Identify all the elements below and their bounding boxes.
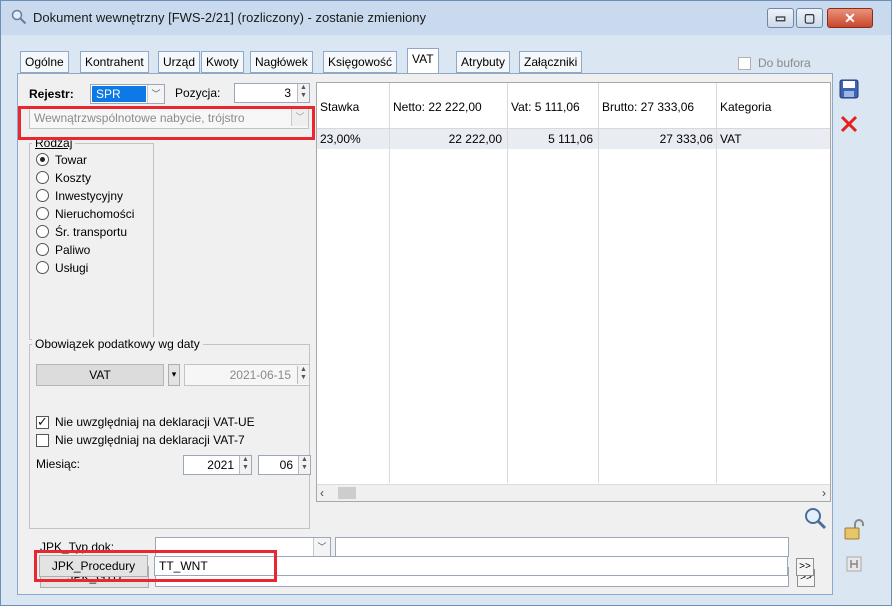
window-title: Dokument wewnętrzny [FWS-2/21] (rozliczo…	[33, 10, 427, 25]
rejestr-select[interactable]: SPR ﹀	[90, 84, 165, 104]
spinner-arrows-icon[interactable]: ▲ ▼	[239, 456, 251, 474]
chevron-down-icon: ﹀	[313, 538, 330, 556]
close-button[interactable]: ✕	[827, 8, 873, 28]
scrollbar-thumb[interactable]	[338, 487, 356, 499]
col-stawka[interactable]: Stawka	[320, 100, 359, 114]
radio-inwestycyjny-label: Inwestycyjny	[55, 189, 124, 203]
tab-zalaczniki[interactable]: Załączniki	[519, 51, 583, 73]
rejestr-value: SPR	[92, 86, 146, 102]
month-spinner[interactable]: 06 ▲ ▼	[258, 455, 311, 475]
do-bufora-checkbox[interactable]	[738, 57, 751, 70]
maximize-button[interactable]: ▢	[796, 8, 823, 28]
chevron-down-icon: ﹀	[147, 85, 164, 103]
vat-table-header: Stawka Netto: 22 222,00 Vat: 5 111,06 Br…	[317, 83, 830, 129]
cell-brutto: 27 333,06	[659, 132, 713, 146]
cell-netto: 22 222,00	[448, 132, 502, 146]
vat-7-label: Nie uwzględniaj na deklaracji VAT-7	[55, 433, 245, 447]
window-client: Ogólne Kontrahent Urząd Kwoty Nagłówek K…	[9, 35, 883, 601]
pozycja-spinner[interactable]: 3 ▲ ▼	[234, 83, 310, 103]
year-value: 2021	[207, 458, 234, 472]
col-netto[interactable]: Netto: 22 222,00	[393, 100, 482, 114]
tab-ogolne[interactable]: Ogólne	[20, 51, 69, 73]
vat-tab-panel: Rejestr: SPR ﹀ Pozycja: 3 ▲ ▼ Wewnątrzwsp…	[17, 73, 833, 595]
date-value: 2021-06-15	[229, 368, 291, 382]
tab-urzad[interactable]: Urząd	[158, 51, 201, 73]
col-brutto[interactable]: Brutto: 27 333,06	[602, 100, 694, 114]
cell-stawka: 23,00%	[320, 132, 361, 146]
rejestr-label: Rejestr:	[29, 87, 74, 101]
tab-ksiegowosc[interactable]: Księgowość	[323, 51, 398, 73]
document-window: Dokument wewnętrzny [FWS-2/21] (rozliczo…	[0, 0, 892, 606]
radio-sr-transportu-label: Śr. transportu	[55, 225, 128, 239]
cell-kategoria: VAT	[720, 132, 742, 146]
col-vat[interactable]: Vat: 5 111,06	[511, 100, 580, 114]
column-divider	[389, 83, 390, 483]
tab-atrybuty[interactable]: Atrybuty	[456, 51, 511, 73]
horizontal-scrollbar[interactable]: ‹ ›	[317, 484, 830, 501]
column-divider	[507, 83, 508, 483]
spinner-arrows-icon[interactable]: ▲ ▼	[298, 456, 310, 474]
month-value: 06	[279, 458, 293, 472]
column-divider	[598, 83, 599, 483]
vat-ue-label: Nie uwzględniaj na deklaracji VAT-UE	[55, 415, 255, 429]
do-bufora-label: Do bufora	[758, 56, 811, 70]
search-icon[interactable]	[803, 506, 827, 530]
title-bar: Dokument wewnętrzny [FWS-2/21] (rozliczo…	[1, 1, 891, 35]
radio-sr-transportu[interactable]	[36, 225, 49, 238]
highlight-jpk-procedury	[34, 550, 277, 582]
jpk-procedury-more-button[interactable]: >>	[796, 558, 814, 576]
pozycja-label: Pozycja:	[175, 86, 221, 100]
radio-uslugi[interactable]	[36, 261, 49, 274]
rodzaj-group	[29, 143, 154, 340]
vat-ue-checkbox[interactable]	[36, 414, 49, 430]
vat-table[interactable]: Stawka Netto: 22 222,00 Vat: 5 111,06 Br…	[316, 82, 831, 502]
date-type-arrow-button[interactable]: ▾	[168, 364, 180, 386]
radio-nieruchomosci[interactable]	[36, 207, 49, 220]
table-row[interactable]: 23,00% 22 222,00 5 111,06 27 333,06 VAT	[317, 129, 830, 149]
tab-naglowek[interactable]: Nagłówek	[250, 51, 313, 73]
magnifier-window-icon	[11, 9, 27, 25]
cell-vat: 5 111,06	[548, 132, 593, 146]
maximize-icon: ▢	[803, 11, 816, 25]
radio-inwestycyjny[interactable]	[36, 189, 49, 202]
scroll-left-icon[interactable]: ‹	[320, 486, 324, 500]
column-divider	[716, 83, 717, 483]
minimize-button[interactable]: ▭	[767, 8, 794, 28]
radio-towar[interactable]	[36, 153, 49, 166]
radio-nieruchomosci-label: Nieruchomości	[55, 207, 135, 221]
vat-7-checkbox[interactable]	[36, 434, 49, 447]
spinner-arrows-icon[interactable]: ▲ ▼	[297, 366, 309, 384]
col-kategoria[interactable]: Kategoria	[720, 100, 771, 114]
lock-icon[interactable]	[842, 518, 866, 542]
vat-date-type-button[interactable]: VAT	[36, 364, 164, 386]
tab-kontrahent[interactable]: Kontrahent	[80, 51, 149, 73]
radio-paliwo[interactable]	[36, 243, 49, 256]
tab-kwoty[interactable]: Kwoty	[201, 51, 244, 73]
obowiazek-title: Obowiązek podatkowy wg daty	[32, 337, 203, 351]
pin-icon[interactable]	[845, 555, 863, 573]
radio-paliwo-label: Paliwo	[55, 243, 91, 257]
tab-vat[interactable]: VAT	[407, 48, 439, 74]
close-icon: ✕	[844, 10, 856, 26]
delete-icon[interactable]	[838, 113, 860, 135]
highlight-transaction-type	[18, 106, 315, 140]
radio-uslugi-label: Usługi	[55, 261, 89, 275]
radio-towar-label: Towar	[55, 153, 88, 167]
spinner-arrows-icon[interactable]: ▲ ▼	[297, 84, 309, 102]
save-icon[interactable]	[838, 78, 860, 100]
year-spinner[interactable]: 2021 ▲ ▼	[183, 455, 252, 475]
pozycja-value: 3	[284, 86, 291, 100]
jpk-typ-description[interactable]	[335, 537, 789, 557]
date-field[interactable]: 2021-06-15 ▲ ▼	[184, 364, 310, 386]
miesiac-label: Miesiąc:	[36, 457, 81, 471]
scroll-right-icon[interactable]: ›	[822, 486, 826, 500]
minimize-icon: ▭	[774, 11, 787, 25]
radio-koszty-label: Koszty	[55, 171, 92, 185]
radio-koszty[interactable]	[36, 171, 49, 184]
